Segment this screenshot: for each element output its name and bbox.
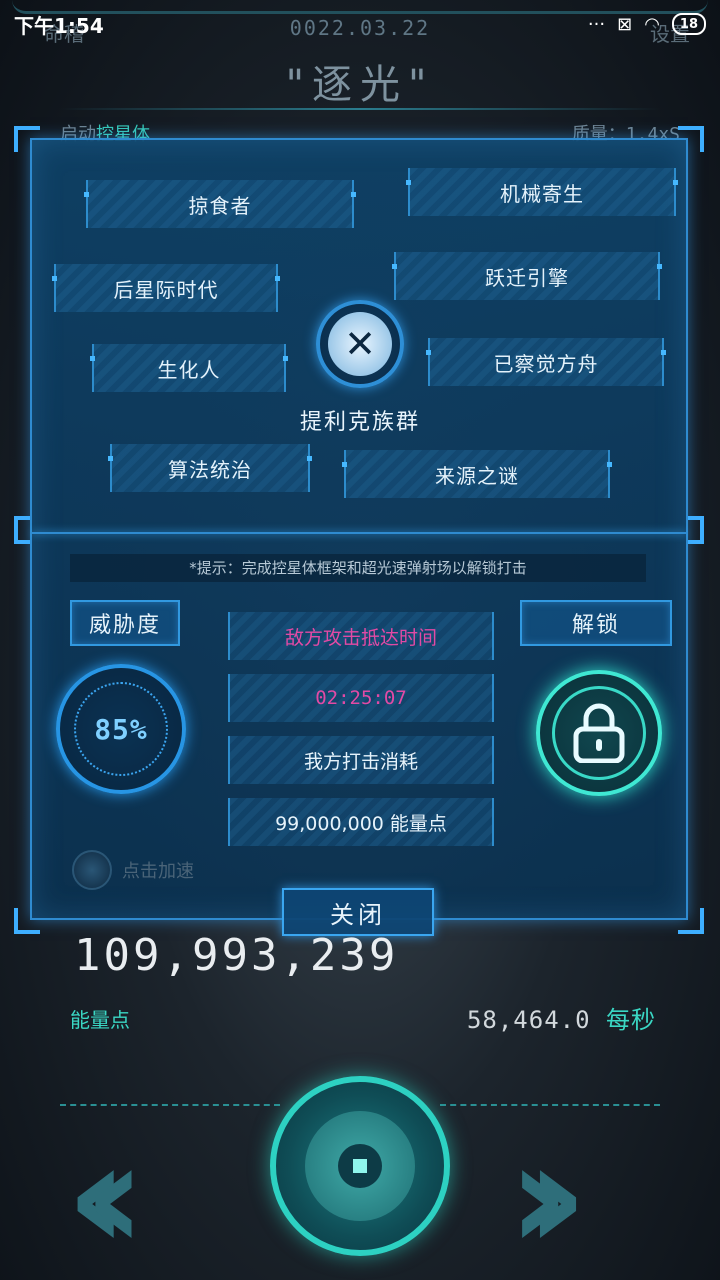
energy-total: 109,993,239 [74,930,399,981]
more-icon: ··· [587,13,606,35]
sim-off-icon: ⊠ [617,13,633,35]
lock-button[interactable] [536,670,662,796]
clock: 下午1:54 [14,13,104,38]
next-arrow-icon[interactable]: ›› [508,1122,587,1272]
attack-time-value: 02:25:07 [228,674,494,722]
trait-chip: 后星际时代 [52,264,280,312]
previous-arrow-icon[interactable]: ‹‹ [66,1122,145,1272]
modal-corner [686,516,704,544]
unlock-hint: *提示：完成控星体框架和超光速弹射场以解锁打击 [70,554,646,582]
speedup-icon [72,850,112,890]
battery-icon: 18 [671,13,706,35]
stop-icon [338,1144,382,1188]
energy-label: 能量点 [70,1008,130,1032]
header-rule [60,108,660,110]
emblem-mark: ✕ [328,312,392,376]
trait-chip: 机械寄生 [406,168,678,216]
trait-chip: 算法统治 [108,444,312,492]
rate-value: 58,464.0 [466,1006,591,1034]
energy-rate: 58,464.0 每秒 [467,1000,656,1035]
strike-cost-label: 我方打击消耗 [228,736,494,784]
attack-time-label: 敌方攻击抵达时间 [228,612,494,660]
unlock-button[interactable]: 解锁 [520,600,672,646]
civilization-emblem-icon: ✕ [316,300,404,388]
speedup-hint: 点击加速 [72,850,194,890]
trait-chip: 已察觉方舟 [426,338,666,386]
lock-icon [573,703,625,763]
center-action-button[interactable] [270,1076,450,1256]
status-bar: 下午1:54 ··· ⊠ ◠ 18 [0,0,720,48]
trait-chip: 来源之谜 [342,450,612,498]
threat-label: 威胁度 [70,600,180,646]
wifi-icon: ◠ [644,13,660,35]
trait-chip: 掠食者 [84,180,356,228]
trait-chip: 跃迁引擎 [392,252,662,300]
civilization-modal: 掠食者 机械寄生 后星际时代 跃迁引擎 生化人 已察觉方舟 算法统治 来源之谜 … [30,138,688,920]
close-button[interactable]: 关闭 [282,888,434,936]
strike-cost-value: 99,000,000 能量点 [228,798,494,846]
rate-unit: 每秒 [606,1006,656,1034]
modal-divider [32,532,686,534]
speedup-label: 点击加速 [122,861,194,882]
nav-divider [440,1104,660,1106]
threat-gauge: 85% [56,664,186,794]
civilization-name: 提利克族群 [299,410,420,435]
center-ring [305,1111,415,1221]
status-icons: ··· ⊠ ◠ 18 [588,13,706,35]
trait-chip: 生化人 [90,344,288,392]
threat-value: 85% [94,712,148,746]
nav-divider [60,1104,280,1106]
ship-title: "逐光" [285,62,435,108]
